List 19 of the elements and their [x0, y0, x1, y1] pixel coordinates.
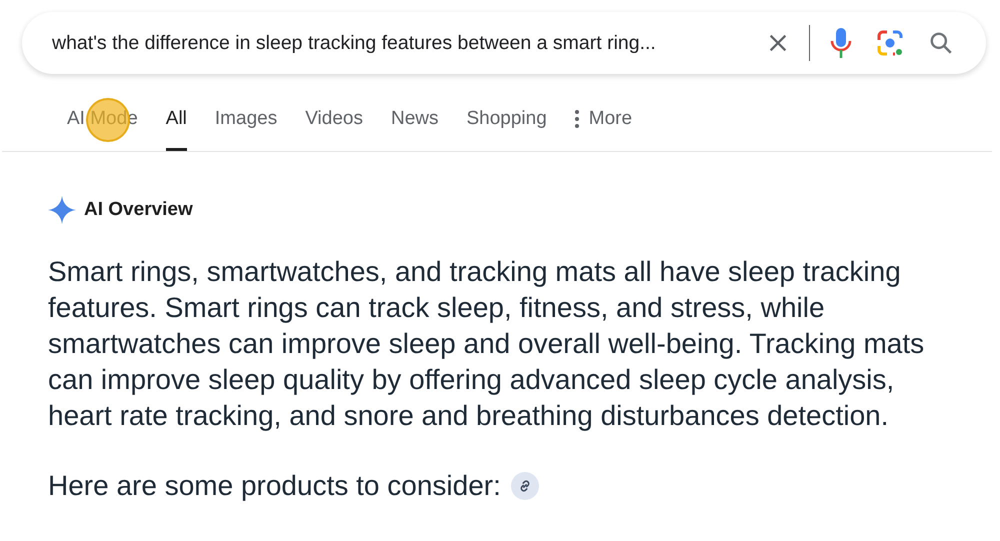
search-tab[interactable]: News — [390, 108, 438, 151]
overview-title: AI Overview — [84, 199, 193, 221]
link-icon — [518, 479, 532, 493]
search-tab[interactable]: Shopping — [466, 108, 547, 151]
search-tab[interactable]: More — [574, 108, 632, 151]
search-tab[interactable]: Images — [214, 108, 278, 151]
link-button[interactable] — [510, 472, 539, 500]
search-button[interactable] — [928, 30, 954, 56]
search-query: what's the difference in sleep tracking features between a smart ring... — [52, 32, 657, 54]
more-icon — [574, 110, 579, 128]
microphone-button[interactable] — [830, 27, 852, 59]
search-tab[interactable]: All — [166, 108, 187, 151]
camera-lens-button[interactable] — [876, 29, 904, 57]
clear-button[interactable] — [767, 32, 789, 54]
products-lead-in: Here are some products to consider: — [48, 470, 501, 502]
sparkle-icon — [48, 196, 76, 224]
search-tab[interactable]: Videos — [305, 108, 363, 151]
search-field[interactable]: what's the difference in sleep tracking features between a smart ring... — [22, 12, 986, 74]
overview-paragraph: Smart rings, smartwatches, and tracking mats all have sleep tracking features. Smart rings can track sleep, fitness, and stress, while smartwatches can improve sleep and overall well-being. Tracking mats can improve sleep quality by offering advanced sleep cycle analysis, heart rate tracking, and snore and breathing disturbances detection. — [48, 255, 926, 433]
